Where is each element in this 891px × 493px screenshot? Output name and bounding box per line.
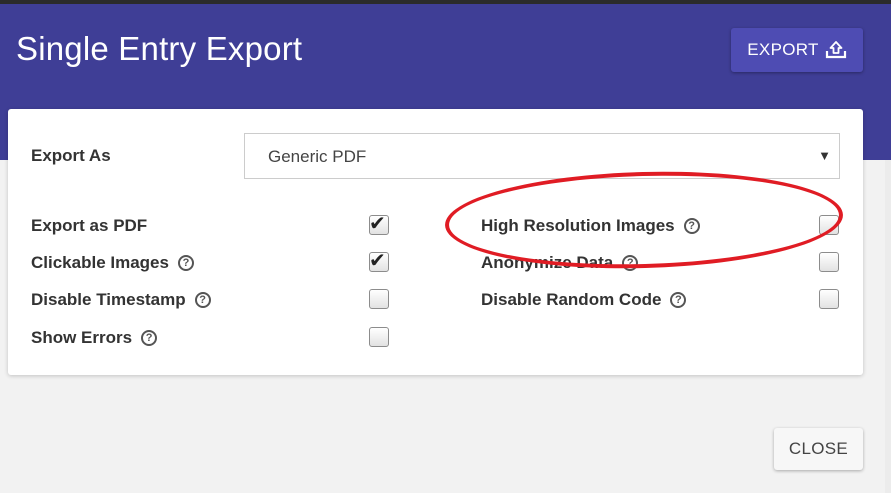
checkbox-show-errors[interactable] [369,327,389,347]
export-as-select[interactable]: Generic PDF ▼ [244,133,840,179]
help-circle-icon[interactable]: ? [141,330,158,346]
export-as-value: Generic PDF [268,147,367,166]
checkbox-export-as-pdf[interactable]: ✔ [369,213,389,235]
checkbox-clickable-images[interactable]: ✔ [369,250,389,272]
option-anonymize-data: Anonymize Data ? [481,253,639,273]
checkbox-disable-random-code[interactable] [819,289,839,309]
upload-tray-icon [825,40,847,60]
option-disable-timestamp: Disable Timestamp ? [31,290,211,310]
option-label: Disable Random Code [481,290,662,309]
checkbox-high-resolution-images[interactable] [819,215,839,235]
export-button-label: EXPORT [747,40,819,59]
option-clickable-images: Clickable Images ? [31,253,194,273]
option-label: Anonymize Data [481,253,614,272]
option-export-as-pdf: Export as PDF [31,216,147,236]
option-label: Clickable Images [31,253,169,272]
export-button[interactable]: EXPORT [731,28,863,72]
help-circle-icon[interactable]: ? [670,292,687,308]
background-edge [885,160,891,493]
dialog-title: Single Entry Export [16,30,303,67]
help-circle-icon[interactable]: ? [177,255,194,271]
export-as-label: Export As [31,146,111,165]
option-disable-random-code: Disable Random Code ? [481,290,687,310]
caret-down-icon: ▼ [818,148,831,163]
option-high-resolution-images: High Resolution Images ? [481,216,700,236]
checkmark-icon: ✔ [369,213,386,235]
checkmark-icon: ✔ [369,250,386,272]
close-button[interactable]: CLOSE [774,428,863,470]
help-circle-icon[interactable]: ? [194,292,211,308]
option-label: Export as PDF [31,216,148,235]
option-label: High Resolution Images [481,216,675,235]
close-button-label: CLOSE [788,439,849,458]
export-options-card: Export As Generic PDF ▼ Export as PDF ✔ … [8,109,863,375]
checkbox-disable-timestamp[interactable] [369,289,389,309]
help-circle-icon[interactable]: ? [683,218,700,234]
checkbox-anonymize-data[interactable] [819,252,839,272]
option-show-errors: Show Errors ? [31,328,158,348]
help-circle-icon[interactable]: ? [622,255,639,271]
option-label: Show Errors [31,328,133,347]
option-label: Disable Timestamp [31,290,186,309]
